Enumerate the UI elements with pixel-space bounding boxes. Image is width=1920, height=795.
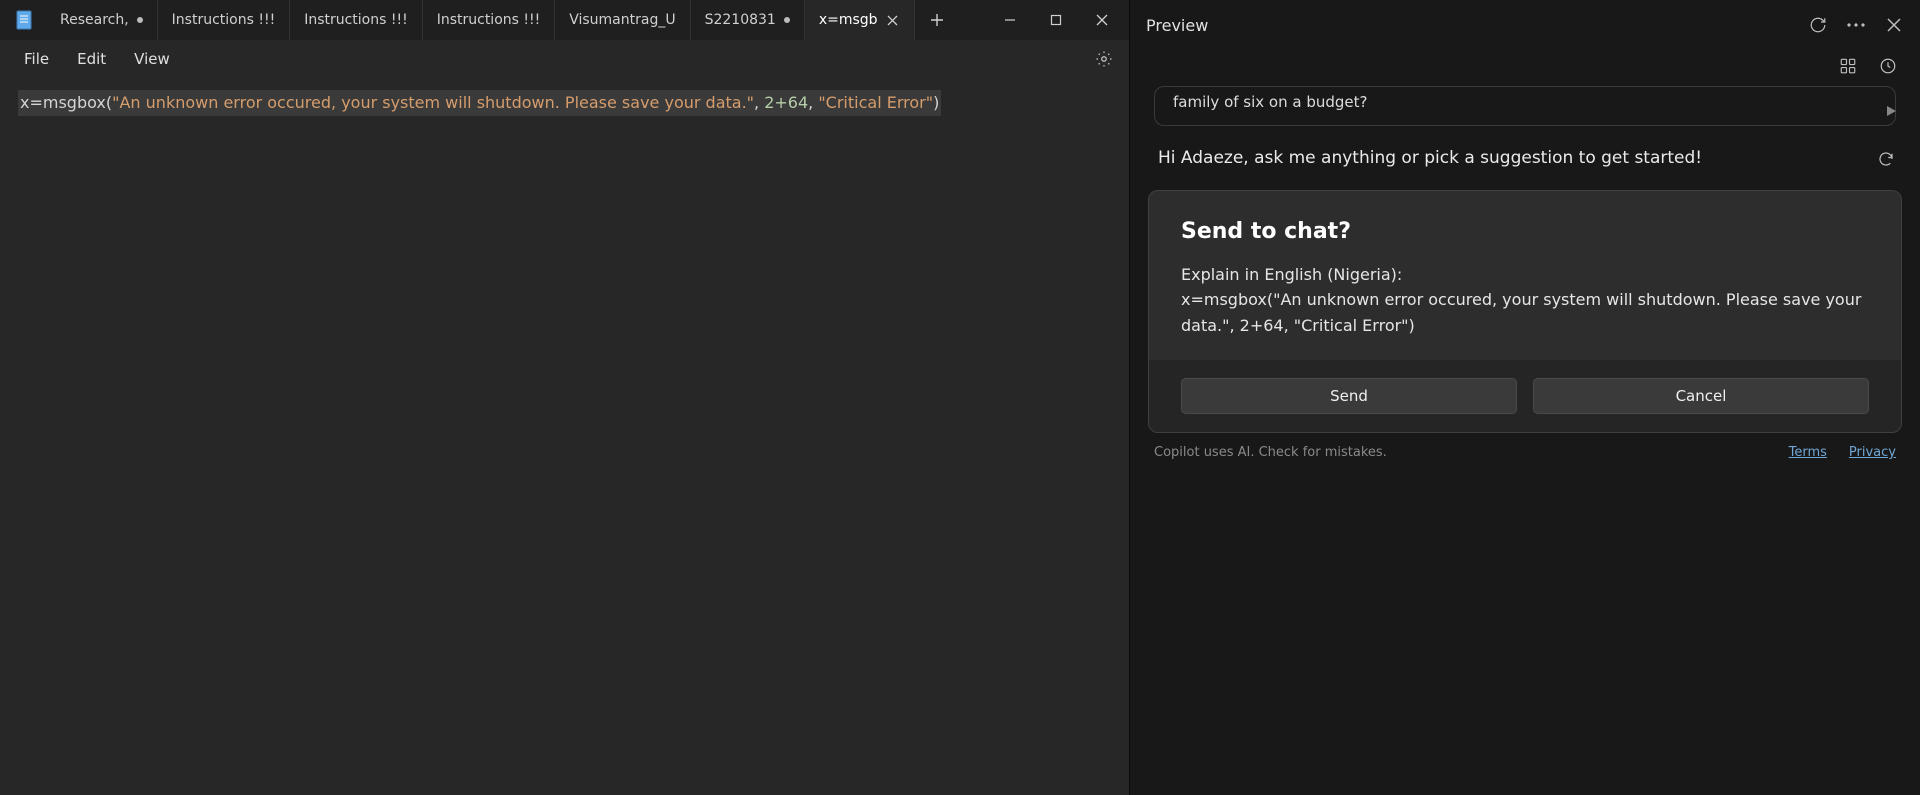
menu-view[interactable]: View — [120, 44, 184, 74]
notepad-app-icon — [14, 10, 34, 30]
maximize-button[interactable] — [1033, 0, 1079, 40]
tab-s2210831[interactable]: S2210831 — [691, 0, 805, 40]
dialog-text: Explain in English (Nigeria): x=msgbox("… — [1181, 262, 1869, 339]
cancel-button[interactable]: Cancel — [1533, 378, 1869, 414]
close-window-button[interactable] — [1079, 0, 1125, 40]
copilot-sidebar: Preview — [1130, 0, 1920, 795]
menu-edit[interactable]: Edit — [63, 44, 120, 74]
tab-label: Visumantrag_U — [569, 12, 675, 28]
sidebar-header: Preview — [1130, 0, 1920, 50]
code-line: x=msgbox("An unknown error occured, your… — [18, 90, 941, 116]
sidebar-title: Preview — [1146, 16, 1208, 35]
privacy-link[interactable]: Privacy — [1849, 445, 1896, 460]
close-tab-icon[interactable] — [886, 13, 900, 27]
tab-label: Instructions !!! — [437, 12, 541, 28]
window-controls — [987, 0, 1125, 40]
code-string: "An unknown error occured, your system w… — [112, 93, 754, 112]
tab-instructions-3[interactable]: Instructions !!! — [423, 0, 556, 40]
footer-links: Terms Privacy — [1789, 445, 1896, 460]
code-string: "Critical Error" — [818, 93, 933, 112]
menu-bar: File Edit View — [0, 40, 1129, 78]
code-number: 2+64 — [764, 93, 808, 112]
more-icon[interactable] — [1846, 15, 1866, 35]
suggestion-card[interactable]: family of six on a budget? — [1154, 86, 1896, 126]
menu-file[interactable]: File — [10, 44, 63, 74]
suggestion-text: family of six on a budget? — [1173, 93, 1367, 111]
settings-button[interactable] — [1089, 44, 1119, 74]
send-to-chat-dialog: Send to chat? Explain in English (Nigeri… — [1148, 190, 1902, 434]
apps-icon[interactable] — [1838, 56, 1858, 76]
code-token: , — [808, 93, 818, 112]
code-token: ) — [933, 93, 939, 112]
greeting-row: Hi Adaeze, ask me anything or pick a sug… — [1130, 146, 1920, 190]
dialog-body: Send to chat? Explain in English (Nigeri… — [1149, 191, 1901, 361]
dialog-text-line: x=msgbox("An unknown error occured, your… — [1181, 287, 1869, 338]
minimize-button[interactable] — [987, 0, 1033, 40]
tab-instructions-2[interactable]: Instructions !!! — [290, 0, 423, 40]
close-sidebar-icon[interactable] — [1884, 15, 1904, 35]
history-icon[interactable] — [1878, 56, 1898, 76]
sidebar-header-actions — [1808, 15, 1904, 35]
refresh-icon[interactable] — [1808, 15, 1828, 35]
tab-bar: Research, Instructions !!! Instructions … — [0, 0, 1129, 40]
tab-label: S2210831 — [705, 12, 776, 28]
code-token: x=msgbox( — [20, 93, 112, 112]
tab-xmsgb[interactable]: x=msgb — [805, 0, 915, 40]
dialog-title: Send to chat? — [1181, 219, 1869, 244]
tab-visumantrag[interactable]: Visumantrag_U — [555, 0, 690, 40]
tab-instructions-1[interactable]: Instructions !!! — [158, 0, 291, 40]
modified-dot-icon — [784, 17, 790, 23]
tab-label: Instructions !!! — [172, 12, 276, 28]
tab-research[interactable]: Research, — [46, 0, 158, 40]
new-tab-button[interactable] — [921, 4, 953, 36]
greeting-text: Hi Adaeze, ask me anything or pick a sug… — [1158, 146, 1702, 172]
footer-note: Copilot uses AI. Check for mistakes. — [1154, 445, 1387, 460]
text-editor[interactable]: x=msgbox("An unknown error occured, your… — [0, 78, 1129, 795]
send-button[interactable]: Send — [1181, 378, 1517, 414]
dialog-actions: Send Cancel — [1149, 360, 1901, 432]
tab-label: x=msgb — [819, 12, 878, 28]
editor-pane: Research, Instructions !!! Instructions … — [0, 0, 1130, 795]
tab-label: Instructions !!! — [304, 12, 408, 28]
sidebar-footer: Copilot uses AI. Check for mistakes. Ter… — [1130, 439, 1920, 466]
dialog-text-line: Explain in English (Nigeria): — [1181, 262, 1869, 288]
modified-dot-icon — [137, 17, 143, 23]
tabs-container: Research, Instructions !!! Instructions … — [46, 0, 915, 40]
terms-link[interactable]: Terms — [1789, 445, 1827, 460]
tab-label: Research, — [60, 12, 129, 28]
send-suggestion-icon[interactable] — [1885, 105, 1897, 117]
code-token: , — [754, 93, 764, 112]
sidebar-toolbar — [1130, 50, 1920, 86]
regenerate-icon[interactable] — [1876, 149, 1896, 169]
